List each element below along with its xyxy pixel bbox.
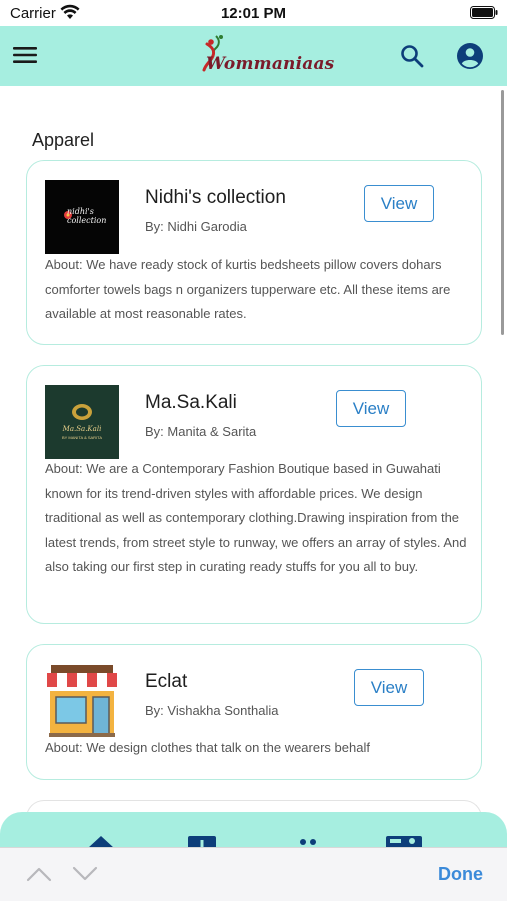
chevron-down-icon[interactable]	[72, 865, 98, 883]
status-time: 12:01 PM	[220, 5, 287, 22]
battery-icon	[470, 6, 498, 19]
menu-icon[interactable]	[13, 45, 37, 65]
chevron-up-icon[interactable]	[26, 865, 52, 883]
status-bar: Carrier 12:01 PM	[0, 0, 507, 26]
vendor-card: Eclat By: Vishakha Sonthalia View About:…	[26, 644, 482, 780]
vendor-thumbnail[interactable]: nidhi's collection	[45, 180, 119, 254]
thumbnail-subtext: BY MANITA & SARITA	[61, 435, 102, 440]
app-header: Wommaniaas	[0, 26, 507, 86]
search-icon[interactable]	[399, 43, 425, 69]
vendor-name: Ma.Sa.Kali	[145, 392, 237, 413]
vendor-thumbnail[interactable]: Ma.Sa.Kali BY MANITA & SARITA	[45, 385, 119, 459]
crest-icon	[72, 404, 92, 420]
storefront-icon[interactable]	[45, 663, 119, 737]
vendor-name: Nidhi's collection	[145, 187, 286, 208]
vendor-owner: By: Nidhi Garodia	[145, 219, 247, 234]
vendor-owner: By: Manita & Sarita	[145, 424, 257, 439]
vendor-about: About: We are a Contemporary Fashion Bou…	[45, 461, 467, 574]
scrollbar[interactable]	[501, 90, 504, 335]
keyboard-toolbar: Done	[0, 847, 507, 901]
view-button[interactable]: View	[364, 185, 434, 222]
view-button[interactable]: View	[354, 669, 424, 706]
vendor-owner: By: Vishakha Sonthalia	[145, 703, 279, 718]
vendor-card: Ma.Sa.Kali BY MANITA & SARITA Ma.Sa.Kali…	[26, 365, 482, 624]
logo-text: Wommaniaas	[206, 54, 335, 74]
thumbnail-text: nidhi's collection	[67, 207, 107, 225]
vendor-name: Eclat	[145, 671, 188, 692]
done-button[interactable]: Done	[438, 864, 483, 885]
thumbnail-text: Ma.Sa.Kali	[62, 425, 102, 433]
view-button[interactable]: View	[336, 390, 406, 427]
vendor-about: About: We have ready stock of kurtis bed…	[45, 257, 451, 321]
vendor-card: nidhi's collection Nidhi's collection By…	[26, 160, 482, 345]
logo: Wommaniaas	[192, 34, 334, 78]
account-circle-icon[interactable]	[456, 42, 484, 70]
vendor-about: About: We design clothes that talk on th…	[45, 740, 370, 755]
section-title: Apparel	[32, 130, 95, 150]
